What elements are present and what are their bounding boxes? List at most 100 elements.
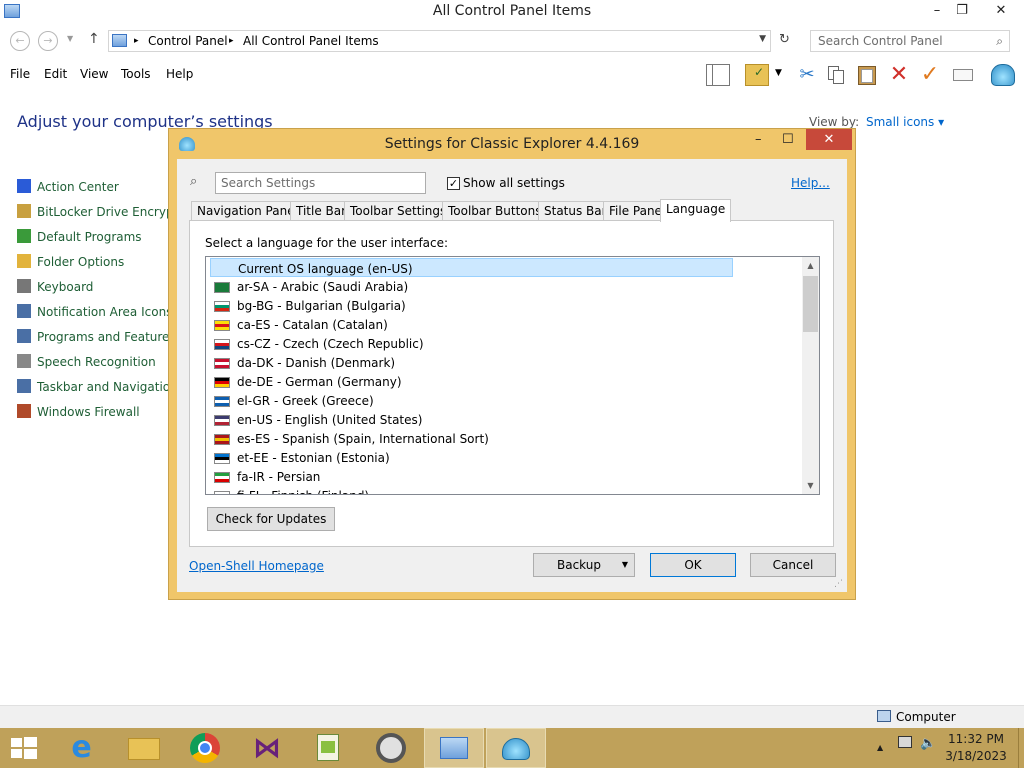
language-item[interactable]: fa-IR - Persian	[210, 467, 733, 486]
check-for-updates-button[interactable]: Check for Updates	[207, 507, 335, 531]
taskbar-icon	[17, 379, 31, 393]
show-hidden-icons-icon[interactable]: ▲	[877, 743, 883, 752]
language-listbox[interactable]: Current OS language (en-US) ar-SA - Arabi…	[205, 256, 820, 495]
control-panel-item-label: Action Center	[37, 180, 119, 194]
back-button[interactable]: ←	[10, 31, 30, 51]
rename-icon[interactable]	[952, 64, 976, 86]
taskbar-control-panel-icon[interactable]	[424, 728, 484, 768]
breadcrumb-separator[interactable]: ▸	[229, 36, 234, 46]
preview-pane-icon[interactable]	[706, 64, 730, 86]
control-panel-item[interactable]: Programs and Features	[17, 329, 176, 347]
network-icon[interactable]	[898, 736, 912, 748]
close-button[interactable]: ✕	[986, 0, 1016, 22]
control-panel-item[interactable]: Action Center	[17, 179, 119, 197]
taskbar-internet-explorer-icon[interactable]: e	[52, 728, 112, 768]
breadcrumb-control-panel[interactable]: Control Panel	[148, 34, 228, 48]
search-settings-input[interactable]: Search Settings	[215, 172, 426, 194]
menu-help[interactable]: Help	[166, 67, 193, 81]
resize-grip-icon[interactable]: ⋰	[834, 579, 843, 589]
help-link[interactable]: Help...	[791, 176, 830, 190]
language-item[interactable]: ar-SA - Arabic (Saudi Arabia)	[210, 277, 733, 296]
menu-file[interactable]: File	[10, 67, 30, 81]
taskbar-chrome-icon[interactable]	[176, 728, 236, 768]
paste-icon[interactable]	[856, 64, 880, 86]
taskbar-notepadpp-icon[interactable]	[300, 728, 360, 768]
up-button[interactable]: ↑	[88, 31, 100, 47]
control-panel-item[interactable]: Default Programs	[17, 229, 142, 247]
language-item[interactable]: bg-BG - Bulgarian (Bulgaria)	[210, 296, 733, 315]
show-all-settings-checkbox[interactable]: ✓	[447, 177, 460, 190]
control-panel-item-label: Programs and Features	[37, 330, 176, 344]
flag-icon	[214, 320, 230, 331]
cut-icon[interactable]: ✂	[795, 64, 819, 86]
copy-icon[interactable]	[825, 64, 849, 86]
control-panel-item[interactable]: Folder Options	[17, 254, 124, 272]
refresh-icon[interactable]: ↻	[779, 32, 790, 47]
taskbar-visual-studio-icon[interactable]: ⋈	[238, 728, 298, 768]
show-desktop-button[interactable]	[1018, 728, 1024, 768]
search-icon[interactable]: ⌕	[996, 34, 1003, 49]
tab-status-bar[interactable]: Status Bar	[538, 201, 613, 221]
properties-checkmark-icon[interactable]: ✓	[918, 64, 942, 86]
breadcrumb-separator[interactable]: ▸	[134, 36, 139, 46]
view-by-dropdown[interactable]: Small icons ▾	[866, 115, 944, 129]
control-panel-item[interactable]: Windows Firewall	[17, 404, 140, 422]
language-item[interactable]: et-EE - Estonian (Estonia)	[210, 448, 733, 467]
menu-edit[interactable]: Edit	[44, 67, 67, 81]
dialog-maximize-button[interactable]: ☐	[782, 132, 800, 147]
cancel-button[interactable]: Cancel	[750, 553, 836, 577]
open-shell-settings-icon[interactable]	[991, 64, 1015, 86]
address-dropdown-chevron-icon[interactable]: ▼	[759, 34, 766, 44]
tab-navigation-pane[interactable]: Navigation Pane	[191, 201, 301, 221]
maximize-button[interactable]: ❐	[947, 0, 977, 22]
address-box[interactable]: ▸ Control Panel ▸ All Control Panel Item…	[108, 30, 771, 52]
language-item[interactable]: cs-CZ - Czech (Czech Republic)	[210, 334, 733, 353]
taskbar-settings-app-icon[interactable]	[362, 728, 422, 768]
recent-locations-chevron-icon[interactable]: ▼	[67, 34, 73, 43]
delete-icon[interactable]: ✕	[887, 64, 911, 86]
control-panel-item[interactable]: Keyboard	[17, 279, 93, 297]
language-item[interactable]: de-DE - German (Germany)	[210, 372, 733, 391]
control-panel-item[interactable]: Speech Recognition	[17, 354, 156, 372]
control-panel-item[interactable]: BitLocker Drive Encryptio	[17, 204, 189, 222]
backup-button[interactable]: Backup ▼	[533, 553, 635, 577]
language-list-scrollbar[interactable]: ▲ ▼	[802, 257, 819, 494]
chevron-down-icon[interactable]: ▼	[775, 68, 782, 78]
taskbar-open-shell-icon[interactable]	[486, 728, 546, 768]
tab-title-bar[interactable]: Title Bar	[290, 201, 353, 221]
language-item[interactable]: ca-ES - Catalan (Catalan)	[210, 315, 733, 334]
scroll-down-arrow-icon[interactable]: ▼	[802, 477, 819, 494]
language-label: es-ES - Spanish (Spain, International So…	[237, 432, 489, 446]
tab-language[interactable]: Language	[660, 199, 732, 222]
dialog-close-button[interactable]: ✕	[806, 129, 852, 150]
menu-tools[interactable]: Tools	[121, 67, 151, 81]
menu-view[interactable]: View	[80, 67, 108, 81]
show-all-settings-label[interactable]: Show all settings	[463, 176, 565, 190]
tab-file-pane[interactable]: File Pane	[603, 201, 668, 221]
ok-button[interactable]: OK	[650, 553, 736, 577]
language-item[interactable]: da-DK - Danish (Denmark)	[210, 353, 733, 372]
language-item[interactable]: el-GR - Greek (Greece)	[210, 391, 733, 410]
scroll-up-arrow-icon[interactable]: ▲	[802, 257, 819, 274]
taskbar-file-explorer-icon[interactable]	[114, 728, 174, 768]
volume-icon[interactable]: 🔈	[920, 736, 936, 751]
open-shell-homepage-link[interactable]: Open-Shell Homepage	[189, 559, 324, 573]
language-item[interactable]: es-ES - Spanish (Spain, International So…	[210, 429, 733, 448]
language-item[interactable]: Current OS language (en-US)	[210, 258, 733, 277]
tab-toolbar-buttons[interactable]: Toolbar Buttons	[442, 201, 548, 221]
start-button[interactable]	[0, 728, 48, 768]
control-panel-item[interactable]: Notification Area Icons	[17, 304, 172, 322]
tab-toolbar-settings[interactable]: Toolbar Settings	[344, 201, 453, 221]
language-item[interactable]: en-US - English (United States)	[210, 410, 733, 429]
language-item[interactable]: fi-FI - Finnish (Finland)	[210, 486, 733, 494]
control-panel-item-label: Speech Recognition	[37, 355, 156, 369]
flag-icon	[214, 453, 230, 464]
search-control-panel-input[interactable]: Search Control Panel ⌕	[810, 30, 1010, 52]
control-panel-item[interactable]: Taskbar and Navigation	[17, 379, 178, 397]
breadcrumb-all-items[interactable]: All Control Panel Items	[243, 34, 379, 48]
folder-settings-icon[interactable]: ✓	[745, 64, 769, 86]
forward-button[interactable]: →	[38, 31, 58, 51]
system-clock[interactable]: 11:32 PM 3/18/2023	[940, 731, 1012, 765]
dialog-minimize-button[interactable]: –	[755, 132, 773, 147]
scrollbar-thumb[interactable]	[803, 276, 818, 332]
